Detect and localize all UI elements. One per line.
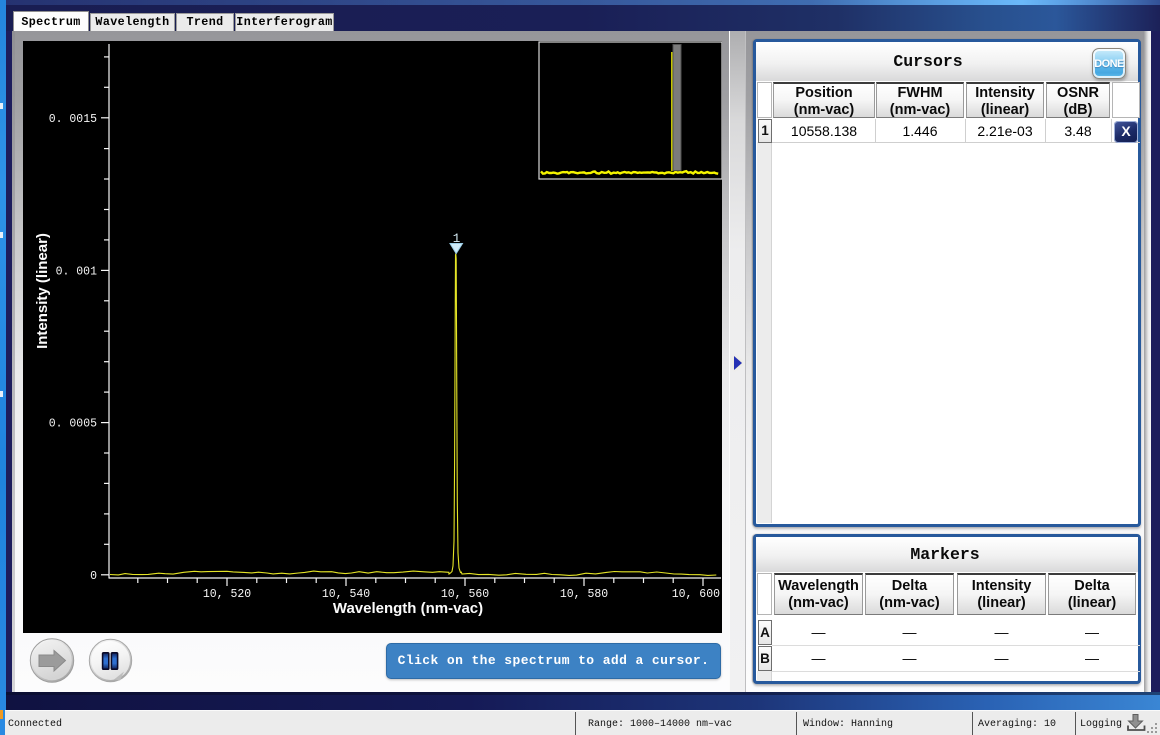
svg-text:10, 520: 10, 520 <box>203 588 251 601</box>
svg-text:10, 600: 10, 600 <box>672 588 720 601</box>
svg-text:1: 1 <box>453 232 461 246</box>
svg-text:0. 0015: 0. 0015 <box>49 113 97 126</box>
svg-text:Intensity (linear): Intensity (linear) <box>34 233 51 349</box>
svg-text:0: 0 <box>90 570 97 583</box>
svg-text:0. 001: 0. 001 <box>56 265 98 278</box>
svg-text:Wavelength (nm-vac): Wavelength (nm-vac) <box>333 600 483 617</box>
svg-text:0. 0005: 0. 0005 <box>49 418 97 431</box>
svg-text:10, 580: 10, 580 <box>560 588 608 601</box>
